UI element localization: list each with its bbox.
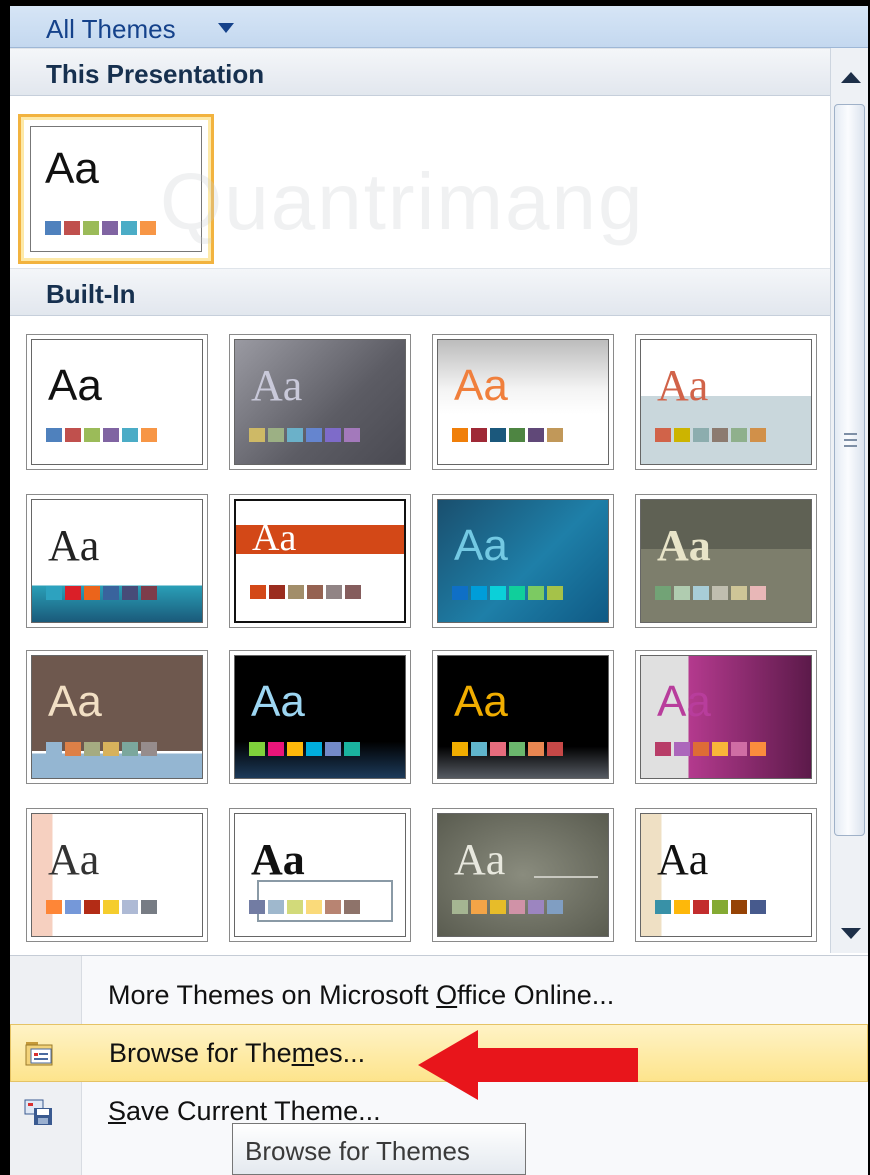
theme-sample-text: Aa (454, 361, 508, 410)
theme-sample-text: Aa (48, 677, 102, 726)
section-title: This Presentation (46, 59, 265, 89)
scroll-up-arrow-icon[interactable] (841, 72, 861, 83)
red-arrow-annotation (418, 1030, 638, 1100)
color-swatches (45, 221, 156, 235)
theme-sample-text: Aa (657, 361, 709, 410)
dropdown-arrow-icon[interactable] (218, 23, 234, 33)
theme-thumbnail-paper[interactable]: Aa (432, 808, 614, 942)
access-key: S (108, 1096, 127, 1126)
theme-thumbnail-solstice[interactable]: Aa (635, 808, 817, 942)
section-title: Built-In (46, 279, 136, 309)
label-part: More Themes on Microsoft (108, 980, 437, 1010)
theme-sample-text: Aa (48, 835, 100, 884)
theme-sample-text: Aa (45, 144, 99, 193)
theme-sample-text: Aa (251, 361, 303, 410)
theme-thumbnail-oriel[interactable]: Aa (26, 808, 208, 942)
access-key: O (436, 980, 458, 1010)
grip-line (844, 445, 857, 447)
theme-sample-text: Aa (251, 677, 305, 726)
section-header-this-presentation: This Presentation (10, 48, 830, 96)
tooltip: Browse for Themes (232, 1123, 526, 1175)
scroll-down-arrow-icon[interactable] (841, 928, 861, 939)
theme-thumbnail-opulent[interactable]: Aa (635, 650, 817, 784)
theme-sample-text: Aa (48, 521, 100, 570)
theme-thumbnail-civic[interactable]: Aa (635, 334, 817, 470)
theme-sample-text: Aa (252, 517, 297, 559)
folder-browse-icon (25, 1039, 55, 1067)
menu-item-label: More Themes on Microsoft Office Online..… (108, 980, 614, 1011)
theme-thumbnail-origin[interactable]: Aa (229, 808, 411, 942)
themes-gallery: This Presentation Aa Built-In Quantriman… (10, 48, 830, 953)
gallery-scrollbar[interactable] (830, 48, 868, 953)
grip-icon (844, 433, 857, 435)
theme-sample-text: Aa (454, 677, 508, 726)
theme-sample-text: Aa (454, 521, 508, 570)
label-part: ave Current Theme... (126, 1096, 381, 1126)
grip-line (844, 439, 857, 441)
access-key: m (291, 1038, 315, 1068)
theme-thumbnail-median[interactable]: Aa (26, 650, 208, 784)
theme-sample-text: Aa (657, 521, 711, 570)
tooltip-text: Browse for Themes (245, 1136, 470, 1166)
theme-thumbnail-metro[interactable]: Aa (229, 650, 411, 784)
theme-sample-text: Aa (454, 835, 506, 884)
all-themes-header[interactable]: All Themes (10, 6, 868, 48)
theme-sample-text: Aa (657, 835, 709, 884)
label-part: ffice Online... (457, 980, 615, 1010)
theme-thumbnail-office[interactable]: Aa (26, 334, 208, 470)
theme-sample-text: Aa (48, 361, 102, 410)
label-part: es... (314, 1038, 366, 1068)
theme-thumbnail-concourse[interactable]: Aa (26, 494, 208, 628)
theme-thumbnail-current[interactable]: Aa (18, 114, 214, 264)
theme-sample-text: Aa (657, 677, 711, 726)
watermark: Quantrimang (160, 157, 645, 246)
theme-thumbnail-foundry[interactable]: Aa (635, 494, 817, 628)
theme-thumbnail-aspect[interactable]: Aa (432, 334, 614, 470)
theme-sample-text: Aa (251, 835, 305, 884)
menu-item-label: Browse for Themes... (109, 1038, 365, 1069)
theme-thumbnail-module[interactable]: Aa (432, 650, 614, 784)
theme-thumbnail-equity[interactable]: Aa (229, 494, 411, 628)
scroll-thumb[interactable] (834, 104, 865, 836)
all-themes-label: All Themes (46, 14, 176, 44)
theme-thumbnail-flow[interactable]: Aa (432, 494, 614, 628)
section-header-built-in: Built-In (10, 268, 830, 316)
label-part: Browse for The (109, 1038, 292, 1068)
theme-thumbnail-apex[interactable]: Aa (229, 334, 411, 470)
save-theme-icon (24, 1098, 54, 1126)
more-themes-online-item[interactable]: More Themes on Microsoft Office Online..… (10, 966, 868, 1024)
